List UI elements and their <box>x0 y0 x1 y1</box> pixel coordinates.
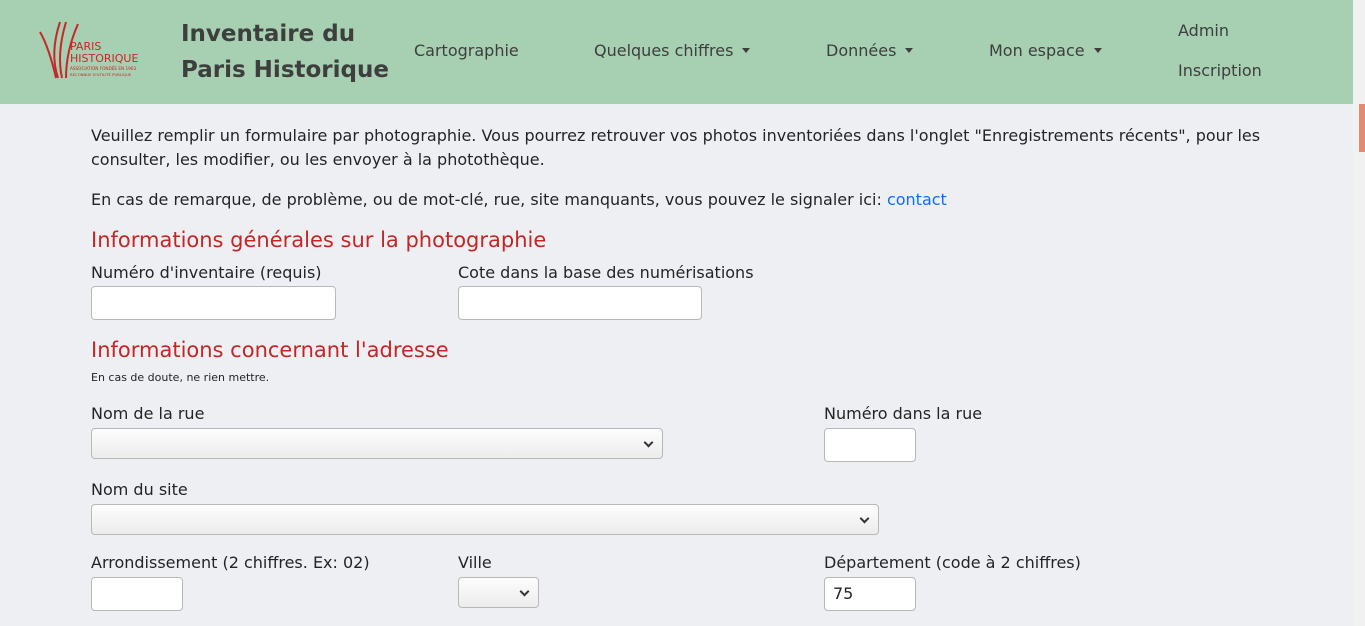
site-name-label: Nom du site <box>91 480 188 499</box>
arrondissement-input[interactable] <box>91 577 183 611</box>
nav-inscription-link[interactable]: Inscription <box>1178 60 1262 82</box>
section-title-general: Informations générales sur la photograph… <box>91 228 547 252</box>
brand-line-2: Paris Historique <box>181 57 389 83</box>
caret-down-icon <box>1093 48 1102 53</box>
svg-text:RECONNUE D'UTILITÉ PUBLIQUE: RECONNUE D'UTILITÉ PUBLIQUE <box>70 72 132 77</box>
nav-donnees-dropdown[interactable]: Données <box>826 40 914 62</box>
nav-mon-espace-label: Mon espace <box>989 41 1085 60</box>
cote-input[interactable] <box>458 286 702 320</box>
nav-cartographie[interactable]: Cartographie <box>414 40 519 62</box>
section-title-address: Informations concernant l'adresse <box>91 338 449 362</box>
page-scrollbar[interactable] <box>1353 0 1365 626</box>
nav-mon-espace-dropdown[interactable]: Mon espace <box>989 40 1102 62</box>
scrollbar-thumb[interactable] <box>1359 104 1365 152</box>
brand-title[interactable]: Inventaire du Paris Historique <box>181 16 389 88</box>
nav-quelques-chiffres-label: Quelques chiffres <box>594 41 734 60</box>
ville-select[interactable] <box>458 577 539 608</box>
contact-link[interactable]: contact <box>887 190 947 209</box>
svg-text:HISTORIQUE: HISTORIQUE <box>70 52 138 65</box>
site-name-select[interactable] <box>91 504 879 535</box>
street-name-select[interactable] <box>91 428 663 459</box>
departement-input[interactable]: 75 <box>824 577 916 611</box>
paris-historique-logo[interactable]: PARIS HISTORIQUE ASSOCIATION FONDÉE EN 1… <box>38 20 142 82</box>
caret-down-icon <box>742 48 751 53</box>
navbar: PARIS HISTORIQUE ASSOCIATION FONDÉE EN 1… <box>0 0 1353 104</box>
caret-down-icon <box>905 48 914 53</box>
svg-text:ASSOCIATION FONDÉE EN 1963: ASSOCIATION FONDÉE EN 1963 <box>70 66 137 71</box>
chevron-down-icon <box>643 437 654 448</box>
street-name-label: Nom de la rue <box>91 404 205 423</box>
contact-prefix: En cas de remarque, de problème, ou de m… <box>91 190 887 209</box>
street-number-label: Numéro dans la rue <box>824 404 983 423</box>
nav-cartographie-label: Cartographie <box>414 41 519 60</box>
contact-paragraph: En cas de remarque, de problème, ou de m… <box>91 188 1281 212</box>
cote-label: Cote dans la base des numérisations <box>458 263 754 282</box>
chevron-down-icon <box>519 586 530 597</box>
ville-label: Ville <box>458 553 492 572</box>
nav-quelques-chiffres-dropdown[interactable]: Quelques chiffres <box>594 40 751 62</box>
street-number-input[interactable] <box>824 428 916 462</box>
brand-line-1: Inventaire du <box>181 21 356 47</box>
inventory-number-input[interactable] <box>91 286 336 320</box>
inventory-number-label: Numéro d'inventaire (requis) <box>91 263 322 282</box>
chevron-down-icon <box>859 513 870 524</box>
departement-label: Département (code à 2 chiffres) <box>824 553 1081 572</box>
intro-text: Veuillez remplir un formulaire par photo… <box>91 126 1261 169</box>
nav-donnees-label: Données <box>826 41 897 60</box>
arrondissement-label: Arrondissement (2 chiffres. Ex: 02) <box>91 553 370 572</box>
address-note: En cas de doute, ne rien mettre. <box>91 371 270 384</box>
nav-admin-link[interactable]: Admin <box>1178 20 1229 42</box>
